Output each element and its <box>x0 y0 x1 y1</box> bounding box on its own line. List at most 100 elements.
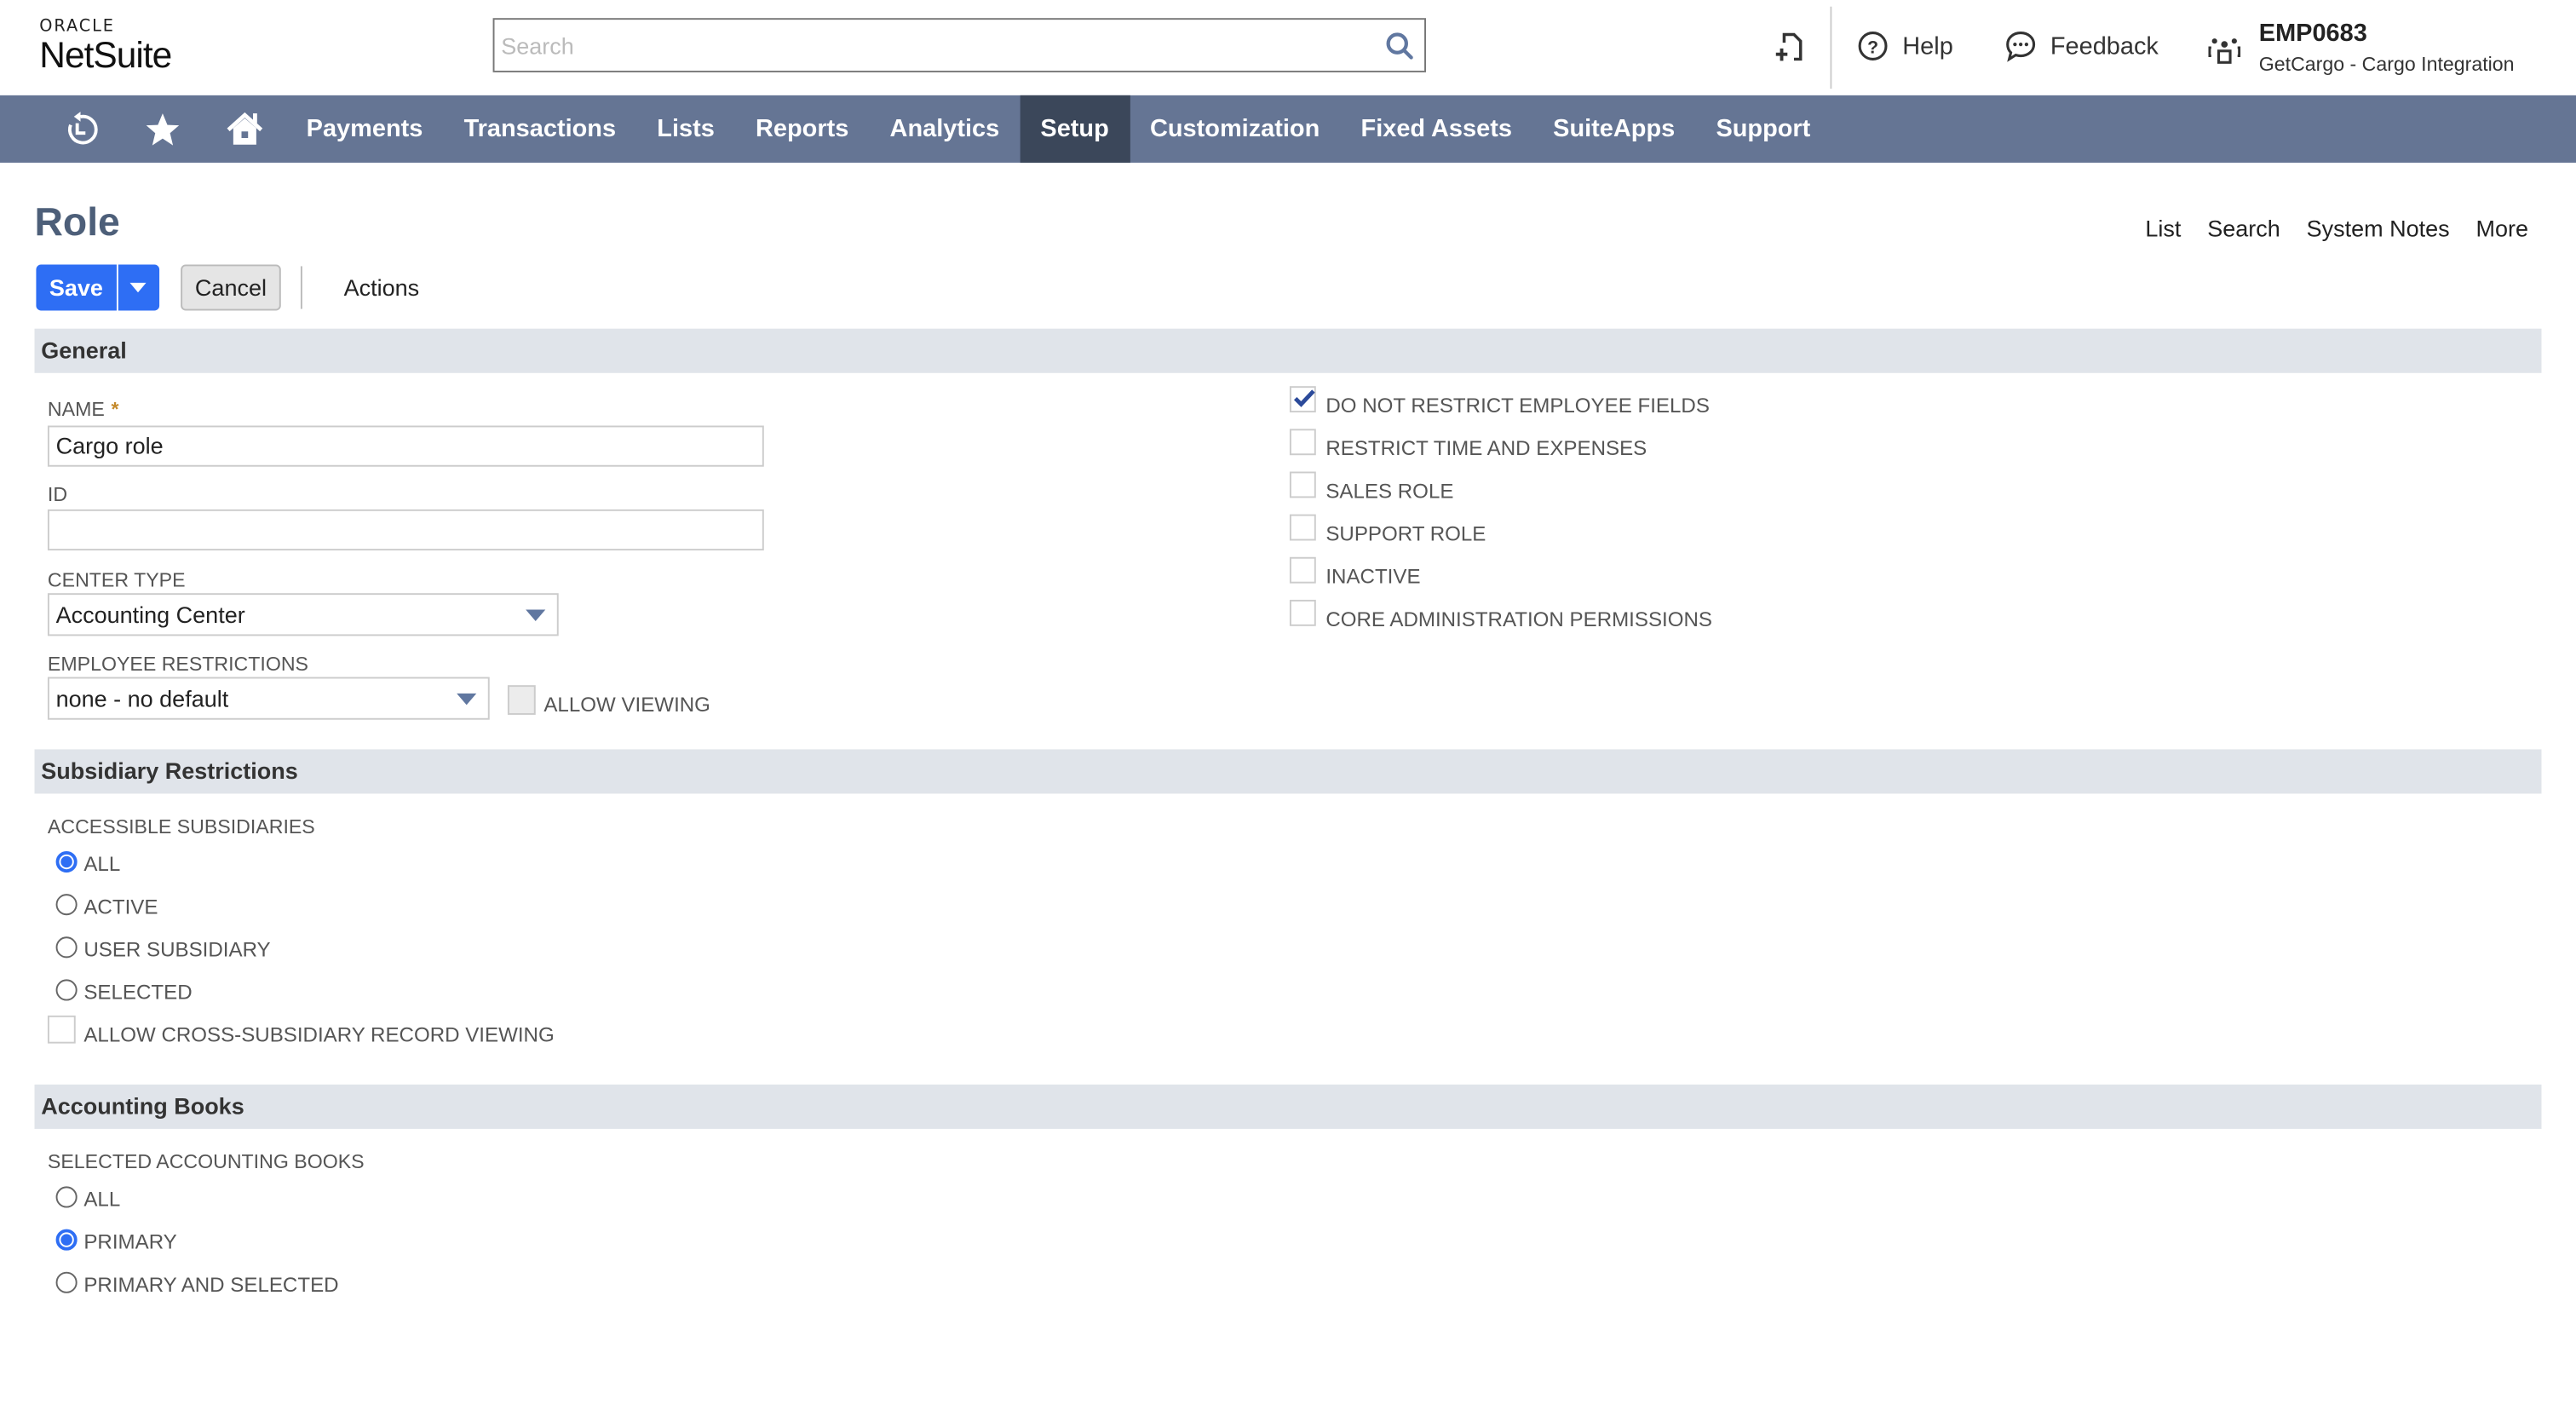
record-links: List Search System Notes More <box>2145 216 2528 242</box>
books-primary-and-selected-label: PRIMARY AND SELECTED <box>83 1273 339 1297</box>
page-title: Role <box>34 200 120 245</box>
toolbar-divider <box>301 266 303 309</box>
subsidiary-selected-label: SELECTED <box>83 981 193 1005</box>
save-options-dropdown[interactable] <box>118 264 158 310</box>
global-search <box>492 18 1426 72</box>
books-primary-label: PRIMARY <box>83 1230 177 1254</box>
account-company: GetCargo - Cargo Integration <box>2258 52 2515 76</box>
do-not-restrict-employee-fields-label: DO NOT RESTRICT EMPLOYEE FIELDS <box>1325 394 1710 417</box>
center-type-select[interactable]: Accounting Center <box>47 593 559 636</box>
recent-records-icon <box>68 111 98 144</box>
restrict-time-and-expenses-label: RESTRICT TIME AND EXPENSES <box>1325 436 1647 460</box>
subsidiary-all-radio[interactable] <box>55 850 78 873</box>
list-link[interactable]: List <box>2145 216 2181 242</box>
help-link[interactable]: ? Help <box>1856 30 1953 63</box>
nav-customization[interactable]: Customization <box>1130 95 1341 163</box>
dropdown-arrow-icon <box>457 693 477 705</box>
nav-payments[interactable]: Payments <box>286 95 444 163</box>
center-type-value: Accounting Center <box>55 601 245 628</box>
employee-restrictions-value: none - no default <box>55 685 229 712</box>
section-accounting-books-header[interactable]: Accounting Books <box>34 1084 2542 1129</box>
name-label: NAME * <box>48 398 119 421</box>
top-header: ORACLE NetSuite ? Help Feedback EMP0683 … <box>0 0 2576 95</box>
name-field[interactable]: Cargo role <box>47 425 764 467</box>
selected-accounting-books-label: SELECTED ACCOUNTING BOOKS <box>47 1149 365 1173</box>
employee-restrictions-select[interactable]: none - no default <box>47 677 490 720</box>
section-general-header[interactable]: General <box>34 328 2542 373</box>
accessible-subsidiaries-label: ACCESSIBLE SUBSIDIARIES <box>47 815 315 838</box>
save-button[interactable]: Save <box>36 264 118 311</box>
books-all-radio[interactable] <box>55 1186 78 1208</box>
subsidiary-active-radio[interactable] <box>55 894 78 916</box>
nav-suiteapps[interactable]: SuiteApps <box>1532 95 1695 163</box>
nav-setup[interactable]: Setup <box>1020 95 1130 163</box>
feedback-label: Feedback <box>2050 32 2159 60</box>
subsidiary-active-label: ACTIVE <box>83 895 158 919</box>
name-label-text: NAME <box>47 397 105 421</box>
core-administration-permissions-checkbox[interactable] <box>1289 599 1316 626</box>
account-switcher[interactable]: EMP0683 GetCargo - Cargo Integration <box>2206 20 2515 78</box>
favorites-button[interactable] <box>122 95 204 163</box>
save-button-group: Save <box>36 264 159 311</box>
search-icon[interactable] <box>1385 32 1415 61</box>
allow-cross-subsidiary-viewing-label: ALLOW CROSS-SUBSIDIARY RECORD VIEWING <box>83 1023 555 1047</box>
create-new-record-icon[interactable] <box>1773 32 1806 65</box>
system-notes-link[interactable]: System Notes <box>2307 216 2450 242</box>
id-label: ID <box>47 482 68 506</box>
record-toolbar: Save Cancel Actions <box>36 264 420 311</box>
required-indicator: * <box>111 397 119 421</box>
feedback-speech-bubble-icon <box>2006 32 2036 62</box>
nav-transactions[interactable]: Transactions <box>443 95 636 163</box>
recent-records-button[interactable] <box>39 95 121 163</box>
subsidiary-all-label: ALL <box>83 852 121 876</box>
nav-lists[interactable]: Lists <box>636 95 735 163</box>
allow-viewing-label: ALLOW VIEWING <box>543 693 710 717</box>
inactive-checkbox[interactable] <box>1289 556 1316 584</box>
books-primary-and-selected-radio[interactable] <box>55 1271 78 1293</box>
books-primary-radio[interactable] <box>55 1229 78 1251</box>
core-administration-permissions-label: CORE ADMINISTRATION PERMISSIONS <box>1325 607 1712 631</box>
actions-menu[interactable]: Actions <box>344 274 420 301</box>
nav-support[interactable]: Support <box>1695 95 1831 163</box>
allow-cross-subsidiary-viewing-checkbox[interactable] <box>47 1015 76 1044</box>
global-search-input[interactable] <box>494 20 1362 71</box>
home-button[interactable] <box>204 95 285 163</box>
nav-fixed-assets[interactable]: Fixed Assets <box>1340 95 1532 163</box>
account-id: EMP0683 <box>2258 20 2367 48</box>
id-field[interactable] <box>47 509 764 551</box>
svg-text:?: ? <box>1867 38 1878 58</box>
restrict-time-and-expenses-checkbox[interactable] <box>1289 429 1316 456</box>
search-link[interactable]: Search <box>2207 216 2280 242</box>
dropdown-arrow-icon <box>526 609 546 621</box>
favorites-star-icon <box>146 112 180 145</box>
inactive-label: INACTIVE <box>1325 565 1421 589</box>
support-role-checkbox[interactable] <box>1289 514 1316 541</box>
main-navigation: Payments Transactions Lists Reports Anal… <box>0 95 2576 163</box>
header-divider <box>1830 6 1832 89</box>
checkmark-icon <box>1293 389 1315 407</box>
subsidiary-selected-radio[interactable] <box>55 979 78 1001</box>
chevron-down-icon <box>129 282 147 293</box>
center-type-label: CENTER TYPE <box>47 568 186 592</box>
allow-viewing-checkbox[interactable] <box>507 685 536 715</box>
help-label: Help <box>1902 32 1953 60</box>
feedback-link[interactable]: Feedback <box>2004 30 2159 63</box>
home-icon <box>227 111 263 144</box>
more-link[interactable]: More <box>2476 216 2529 242</box>
account-roles-icon <box>2208 38 2241 64</box>
subsidiary-user-subsidiary-radio[interactable] <box>55 936 78 959</box>
do-not-restrict-employee-fields-checkbox[interactable] <box>1289 386 1316 413</box>
sales-role-label: SALES ROLE <box>1325 480 1454 504</box>
help-icon: ? <box>1858 32 1888 60</box>
nav-analytics[interactable]: Analytics <box>869 95 1020 163</box>
section-subsidiary-restrictions-header[interactable]: Subsidiary Restrictions <box>34 749 2542 794</box>
support-role-label: SUPPORT ROLE <box>1325 522 1486 546</box>
netsuite-page: ORACLE NetSuite ? Help Feedback EMP0683 … <box>0 0 2576 1405</box>
logo-netsuite-text: NetSuite <box>39 34 172 76</box>
netsuite-logo[interactable]: ORACLE NetSuite <box>39 19 172 76</box>
books-all-label: ALL <box>83 1188 121 1212</box>
nav-reports[interactable]: Reports <box>735 95 870 163</box>
cancel-button[interactable]: Cancel <box>180 264 282 311</box>
employee-restrictions-label: EMPLOYEE RESTRICTIONS <box>47 652 308 676</box>
sales-role-checkbox[interactable] <box>1289 471 1316 498</box>
